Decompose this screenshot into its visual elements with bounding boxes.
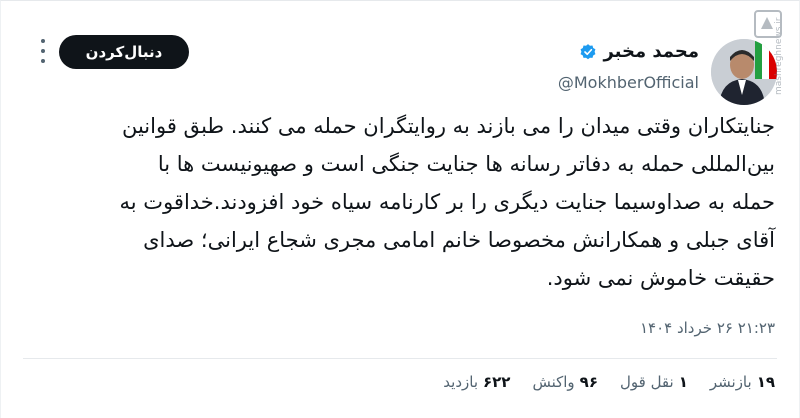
stat-label: بازدید (443, 373, 478, 391)
stat-label: واکنش (532, 373, 575, 391)
stat-retweets[interactable]: ۱۹ بازنشر (710, 373, 775, 391)
follow-button[interactable]: دنبال‌کردن (59, 35, 189, 69)
stat-number: ۶۲۲ (483, 373, 511, 391)
author-name[interactable]: محمد مخبر (603, 41, 699, 62)
stat-label: بازنشر (709, 373, 752, 391)
watermark-logo: mashreghnews.ir (737, 9, 787, 97)
stat-quotes[interactable]: ۱ نقل قول (620, 373, 688, 391)
stat-number: ۱ (678, 373, 688, 391)
engagement-stats: ۱۹ بازنشر ۱ نقل قول ۹۶ واکنش ۶۲۲ بازدید (443, 373, 775, 391)
tweet-line: آقای جبلی و همکارانش مخصوصا خانم امامی م… (143, 228, 775, 252)
tweet-card: mashreghnews.ir محمد مخبر @MokhberOffici… (0, 0, 800, 418)
svg-text:mashreghnews.ir: mashreghnews.ir (774, 17, 784, 95)
tweet-text: جنایتکاران وقتی میدان را می بازند به روا… (45, 107, 775, 297)
stat-views[interactable]: ۶۲۲ بازدید (443, 373, 510, 391)
divider (23, 358, 777, 359)
tweet-line: حمله به صداوسیما جنایت دیگری را بر کارنا… (119, 190, 775, 214)
tweet-line: جنایتکاران وقتی میدان را می بازند به روا… (121, 114, 775, 138)
author-handle[interactable]: @MokhberOfficial (558, 73, 699, 92)
stat-number: ۹۶ (579, 373, 598, 391)
verified-badge-icon (579, 43, 597, 61)
author-name-row[interactable]: محمد مخبر (579, 41, 699, 62)
stat-label: نقل قول (619, 373, 674, 391)
tweet-line: بین‌المللی حمله به دفاتر رسانه ها جنایت … (157, 152, 775, 176)
tweet-line: حقیقت خاموش نمی شود. (546, 266, 775, 290)
stat-reactions[interactable]: ۹۶ واکنش (532, 373, 598, 391)
stat-number: ۱۹ (756, 373, 775, 391)
tweet-timestamp[interactable]: ۲۱:۲۳ ۲۶ خرداد ۱۴۰۴ (640, 319, 775, 337)
more-vertical-icon[interactable] (33, 39, 53, 63)
